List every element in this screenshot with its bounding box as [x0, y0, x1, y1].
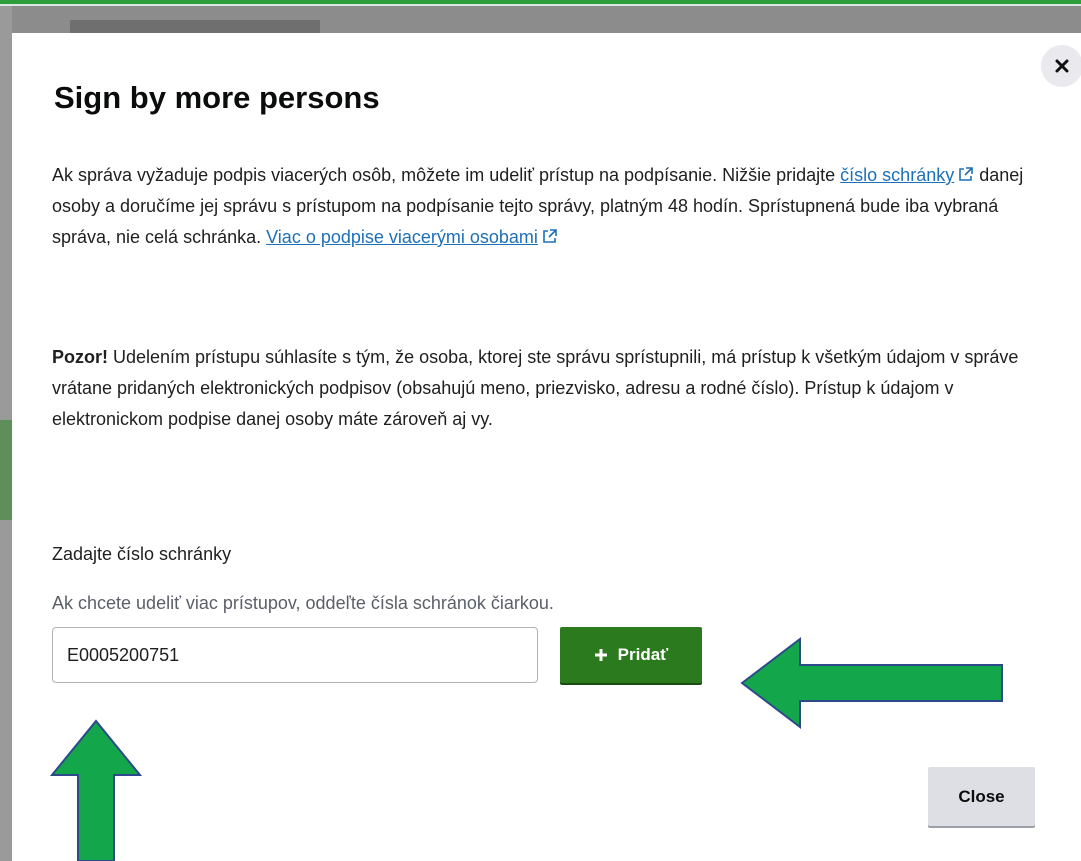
page-top-strip [0, 4, 1081, 6]
warning-text: Udelením prístupu súhlasíte s tým, že os… [52, 347, 1019, 429]
close-button[interactable]: Close [928, 767, 1035, 826]
add-button-label: Pridať [617, 645, 669, 664]
mailbox-number-link-label: číslo schránky [840, 165, 955, 185]
mailbox-number-field-label: Zadajte číslo schránky [52, 544, 232, 564]
intro-text-1: Ak správa vyžaduje podpis viacerých osôb… [52, 165, 841, 185]
external-link-icon [543, 229, 557, 243]
dialog-close-x-button[interactable] [1041, 45, 1081, 87]
annotation-arrow-up-pointer [49, 719, 143, 861]
annotation-arrow-left-pointer [740, 636, 1003, 730]
background-header-block [70, 20, 320, 34]
mailbox-number-input[interactable] [52, 627, 538, 683]
warning-paragraph: Pozor! Udelením prístupu súhlasíte s tým… [52, 342, 1037, 435]
add-button[interactable]: Pridať [560, 627, 702, 683]
mailbox-number-field-hint: Ak chcete udeliť viac prístupov, oddeľte… [52, 593, 554, 613]
intro-paragraph: Ak správa vyžaduje podpis viacerých osôb… [52, 160, 1037, 253]
background-green-block [0, 420, 12, 520]
dialog-title: Sign by more persons [54, 80, 380, 115]
warning-label: Pozor! [52, 347, 108, 367]
plus-icon [594, 649, 607, 661]
more-about-multi-sign-link[interactable]: Viac o podpise viacerými osobami [266, 227, 558, 247]
sign-by-more-persons-dialog: Sign by more persons Ak správa vyžaduje … [12, 33, 1081, 861]
external-link-icon [959, 167, 974, 181]
more-about-multi-sign-link-label: Viac o podpise viacerými osobami [266, 227, 538, 247]
mailbox-number-link[interactable]: číslo schránky [840, 165, 974, 185]
close-icon [1055, 59, 1069, 73]
